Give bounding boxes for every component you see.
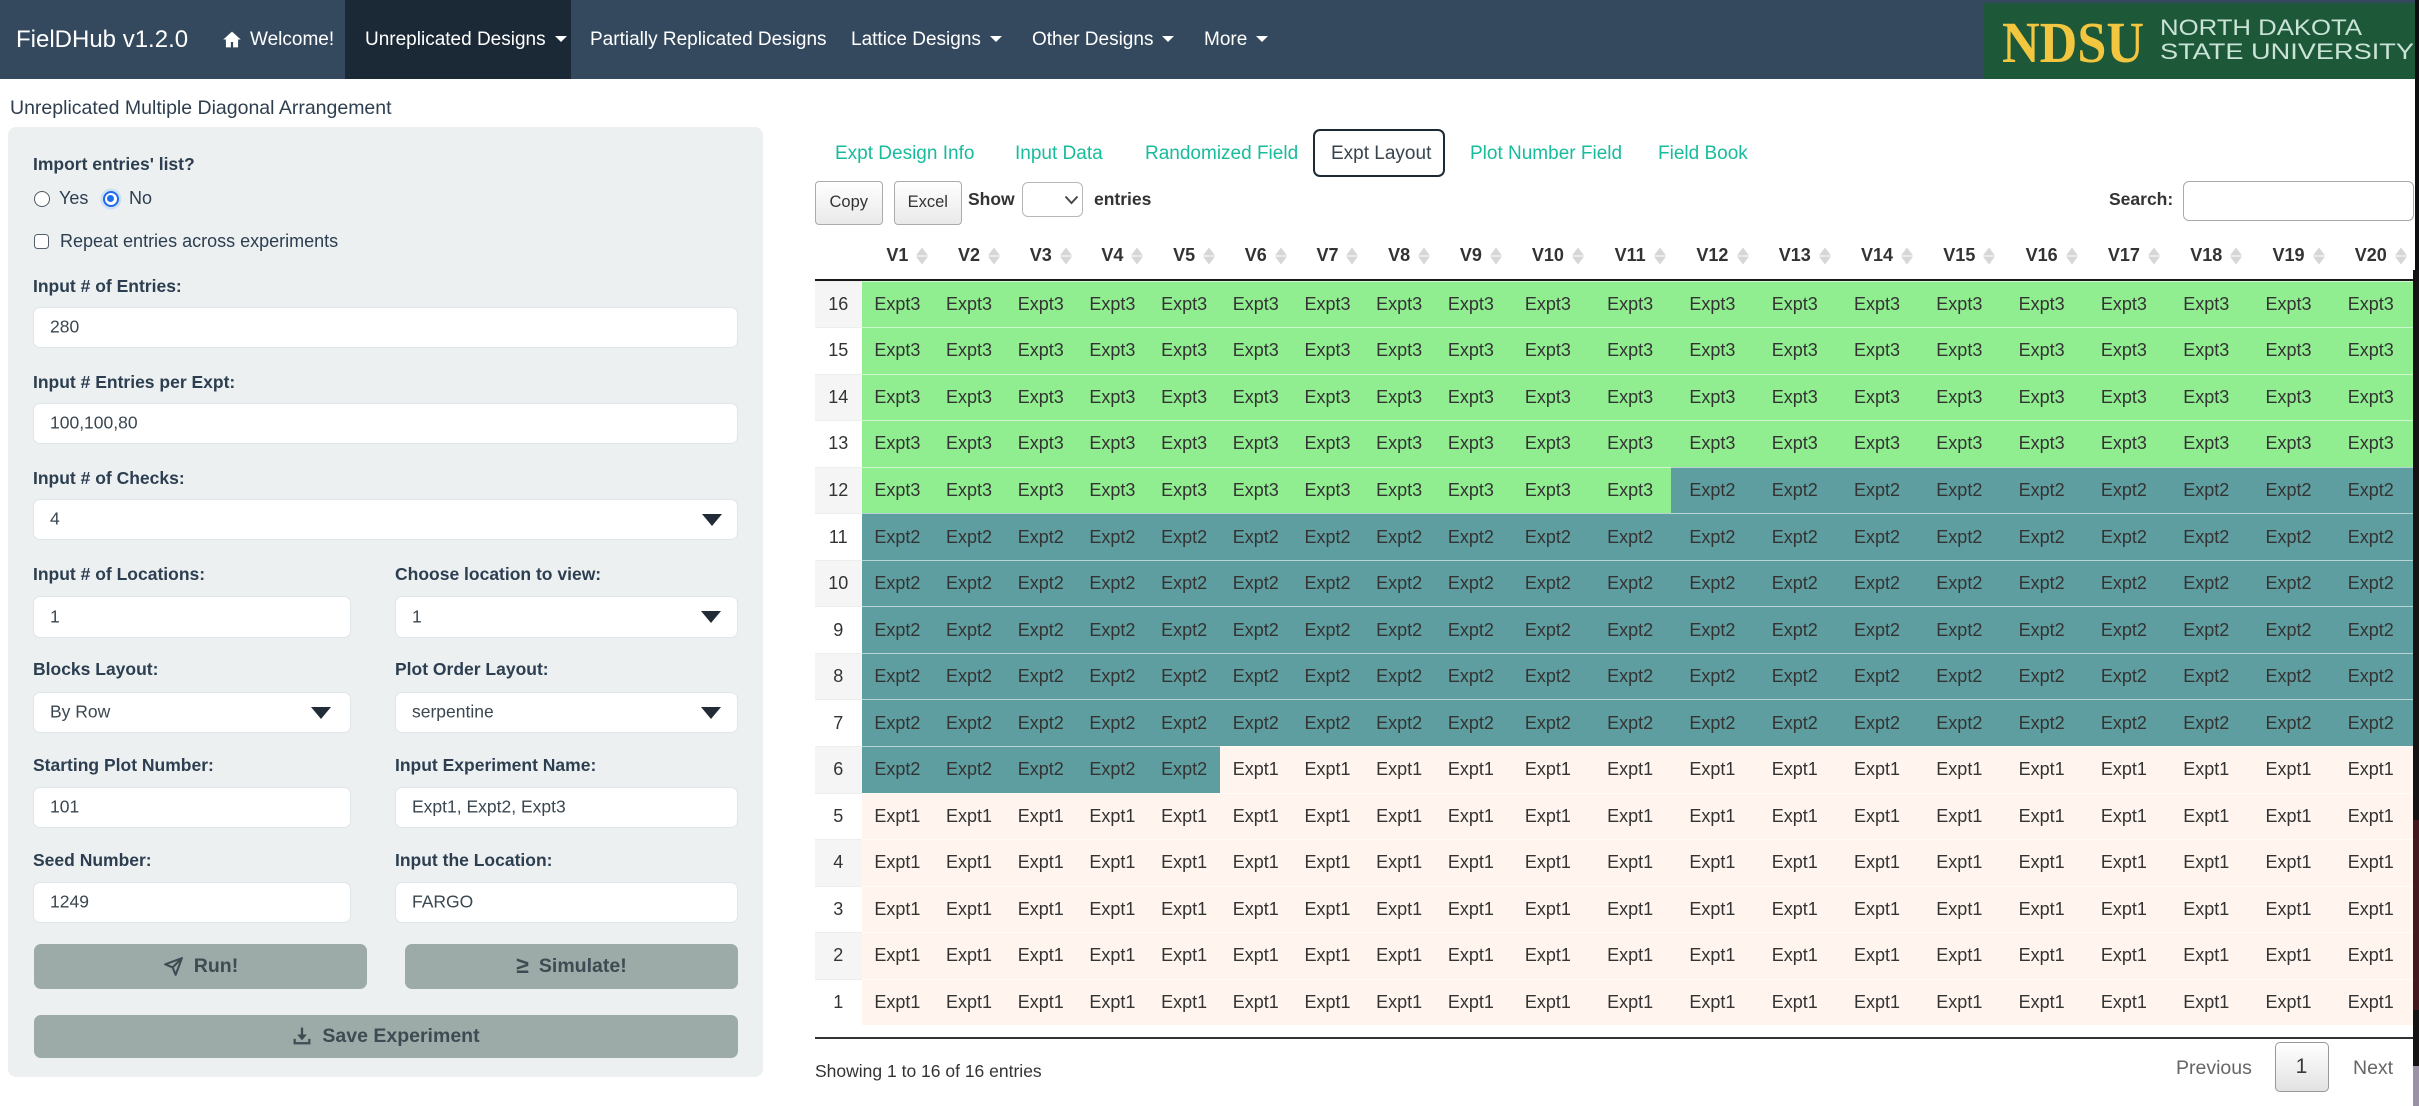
svg-text:STATE UNIVERSITY: STATE UNIVERSITY xyxy=(2160,39,2414,64)
svg-text:NDSU: NDSU xyxy=(2002,10,2144,75)
svg-text:NORTH DAKOTA: NORTH DAKOTA xyxy=(2160,15,2362,40)
